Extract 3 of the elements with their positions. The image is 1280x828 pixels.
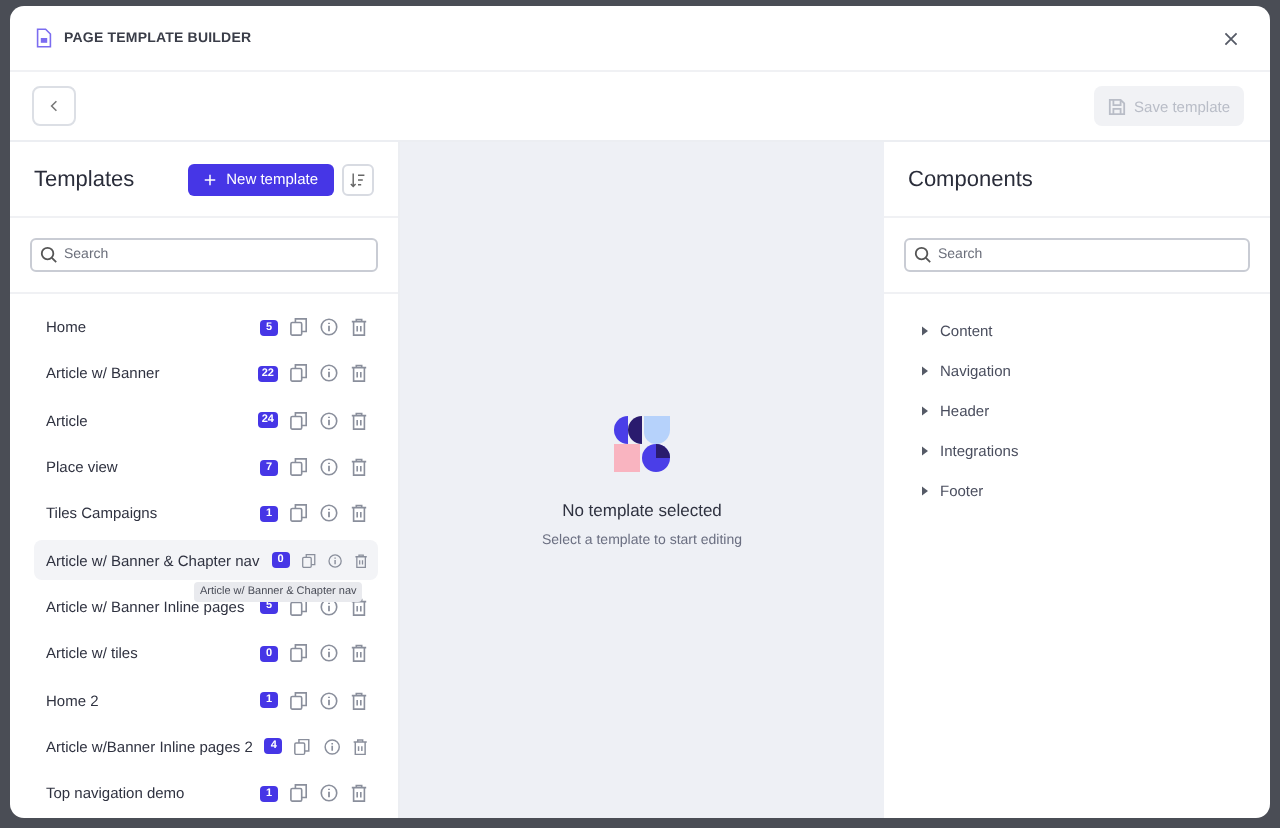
empty-state-title: No template selected	[562, 500, 722, 520]
panel-title: Templates	[34, 167, 135, 191]
panel-title: Components	[908, 167, 1033, 191]
